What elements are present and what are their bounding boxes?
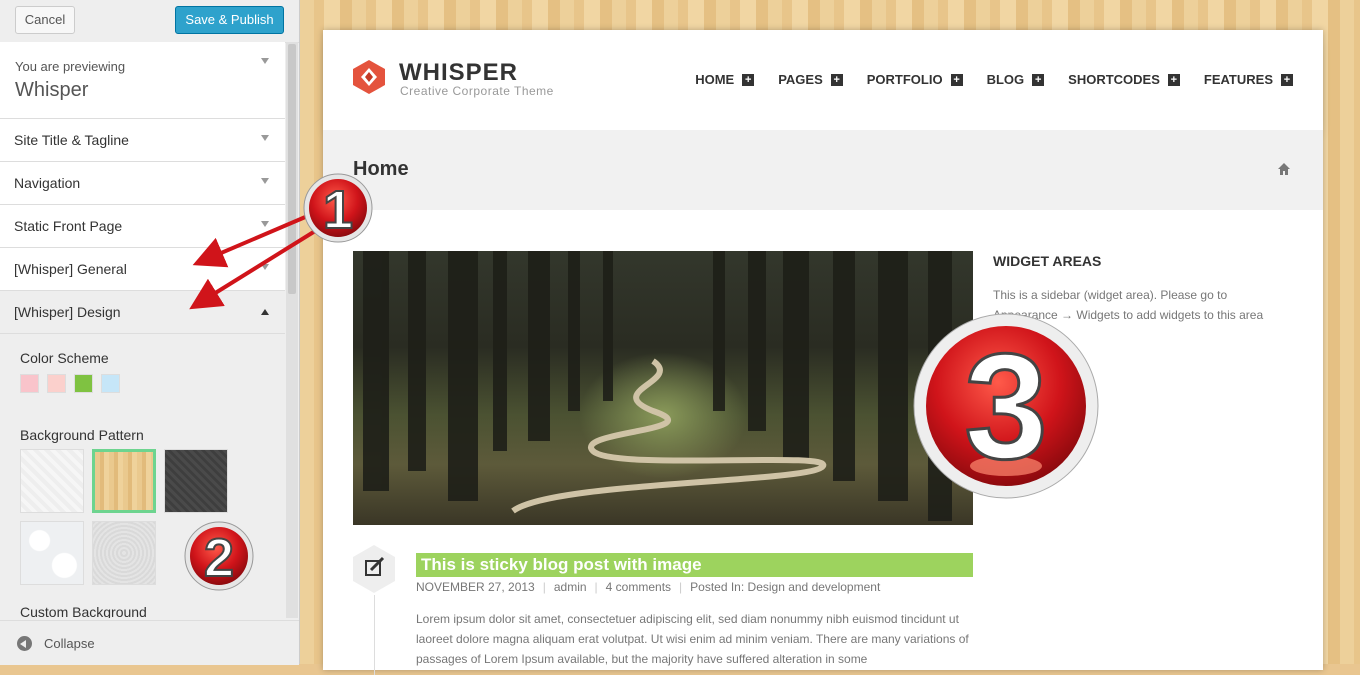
chevron-down-icon [261, 178, 269, 184]
chevron-up-icon [261, 309, 269, 315]
meta-separator: | [594, 580, 598, 594]
nav-label: BLOG [986, 72, 1025, 87]
chevron-down-icon [261, 135, 269, 141]
nav-label: FEATURES [1203, 72, 1273, 87]
home-icon[interactable] [1277, 162, 1291, 176]
section-site-title-tagline[interactable]: Site Title & Tagline [0, 119, 285, 162]
background-pattern-label: Background Pattern [20, 427, 144, 443]
previewing-label: You are previewing [15, 59, 126, 74]
section-title: Navigation [14, 175, 81, 191]
site-header: WHISPER Creative Corporate Theme HOME + P… [323, 30, 1323, 130]
meta-separator: | [542, 580, 546, 594]
post-meta: NOVEMBER 27, 2013 | admin | 4 comments |… [416, 580, 880, 594]
color-swatch-green[interactable] [74, 374, 93, 393]
post-timeline-line [374, 595, 375, 675]
pattern-floral[interactable] [20, 521, 84, 585]
nav-item-pages[interactable]: PAGES + [778, 72, 843, 87]
color-swatch-blue[interactable] [101, 374, 120, 393]
customizer-topbar: Cancel Save & Publish [0, 0, 299, 43]
nav-item-portfolio[interactable]: PORTFOLIO + [867, 72, 963, 87]
plus-icon: + [1167, 73, 1180, 86]
plus-icon: + [742, 73, 755, 86]
collapse-label: Collapse [44, 636, 95, 651]
section-title: Site Title & Tagline [14, 132, 129, 148]
site-name[interactable]: WHISPER [399, 59, 518, 87]
customizer-panel: You are previewing Whisper Site Title & … [0, 42, 285, 618]
cancel-button[interactable]: Cancel [15, 6, 75, 34]
forest-illustration [363, 251, 952, 521]
post-title-link[interactable]: This is sticky blog post with image [416, 553, 973, 577]
nav-item-features[interactable]: FEATURES + [1204, 72, 1293, 87]
nav-label: PAGES [778, 72, 823, 87]
section-title: Static Front Page [14, 218, 123, 234]
custom-background-label: Custom Background [20, 604, 147, 618]
theme-preview-info[interactable]: You are previewing Whisper [0, 42, 285, 119]
nav-label: HOME [695, 72, 735, 87]
meta-separator: | [679, 580, 683, 594]
pattern-grey-texture[interactable] [92, 521, 156, 585]
main-nav: HOME + PAGES + PORTFOLIO + BLOG + SHORTCODES… [695, 72, 1293, 87]
post-format-edit-icon [353, 545, 395, 593]
design-section-body: Color Scheme Background Pattern Custom B… [0, 334, 285, 618]
page-titlebar: Home [323, 130, 1323, 210]
color-swatch-pink[interactable] [20, 374, 39, 393]
section-whisper-design[interactable]: [Whisper] Design [0, 291, 285, 334]
section-navigation[interactable]: Navigation [0, 162, 285, 205]
page-title: Home [353, 158, 409, 180]
chevron-down-icon[interactable] [261, 58, 269, 64]
nav-item-shortcodes[interactable]: SHORTCODES + [1068, 72, 1180, 87]
plus-icon: + [830, 73, 843, 86]
nav-item-home[interactable]: HOME + [695, 72, 755, 87]
site-preview-page: WHISPER Creative Corporate Theme HOME + P… [323, 30, 1323, 675]
color-scheme-label: Color Scheme [20, 350, 109, 366]
plus-icon: + [1281, 73, 1293, 86]
pattern-wood[interactable] [92, 449, 156, 513]
section-static-front-page[interactable]: Static Front Page [0, 205, 285, 248]
customizer-sidebar: Cancel Save & Publish You are previewing… [0, 0, 300, 665]
save-publish-button[interactable]: Save & Publish [175, 6, 284, 34]
panel-scroll-thumb[interactable] [288, 44, 296, 294]
post-comments-link[interactable]: 4 comments [606, 580, 671, 594]
nav-label: SHORTCODES [1068, 72, 1160, 87]
section-title: [Whisper] Design [14, 304, 121, 320]
post-author-link[interactable]: admin [554, 580, 587, 594]
section-whisper-general[interactable]: [Whisper] General [0, 248, 285, 291]
post-date: NOVEMBER 27, 2013 [416, 580, 535, 594]
plus-icon: + [1032, 73, 1045, 86]
pattern-dark-texture[interactable] [164, 449, 228, 513]
collapse-arrow-icon [17, 636, 32, 651]
site-tagline: Creative Corporate Theme [400, 84, 554, 98]
nav-label: PORTFOLIO [866, 72, 943, 87]
widget-areas-text: This is a sidebar (widget area). Please … [993, 288, 1264, 322]
chevron-down-icon [261, 221, 269, 227]
post-category[interactable]: Posted In: Design and development [690, 580, 880, 594]
background-pattern-grid [20, 449, 265, 585]
post-excerpt: Lorem ipsum dolor sit amet, consectetuer… [416, 612, 969, 666]
nav-item-blog[interactable]: BLOG + [987, 72, 1045, 87]
theme-name: Whisper [15, 79, 89, 101]
chevron-down-icon [261, 264, 269, 270]
widget-areas-title: WIDGET AREAS [993, 253, 1102, 269]
color-scheme-swatches [20, 374, 265, 393]
whisper-logo-icon[interactable] [353, 60, 385, 94]
featured-image-forest-path[interactable] [353, 251, 973, 525]
section-title: [Whisper] General [14, 261, 127, 277]
collapse-button[interactable]: Collapse [0, 620, 299, 665]
color-swatch-salmon[interactable] [47, 374, 66, 393]
pattern-white-texture[interactable] [20, 449, 84, 513]
plus-icon: + [950, 73, 963, 86]
